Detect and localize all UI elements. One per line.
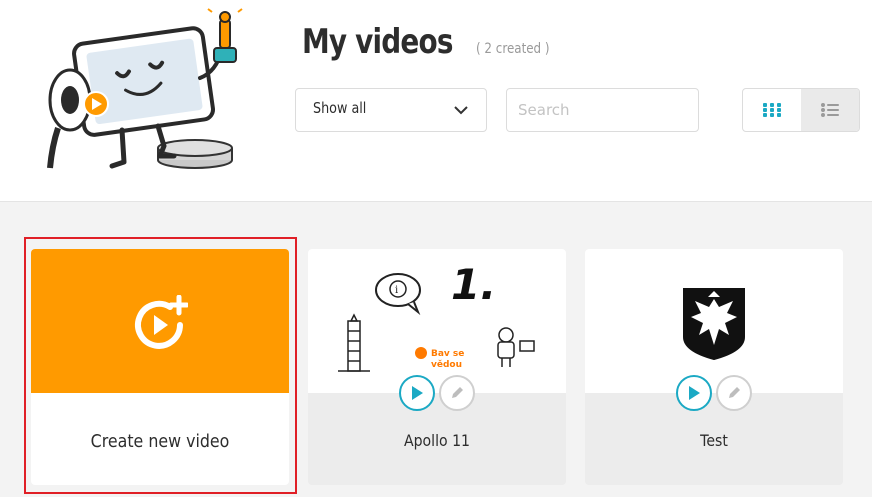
play-button[interactable] — [399, 375, 435, 411]
video-card[interactable]: i 1. Bav se vědou Apollo 11 — [308, 249, 566, 485]
video-thumbnail: i 1. Bav se vědou — [308, 249, 566, 393]
thumb-logo-text-2: vědou — [431, 359, 462, 370]
thumb-logo-text-1: Bav se — [431, 349, 464, 359]
video-count: ( 2 created ) — [475, 41, 550, 57]
pencil-icon — [729, 387, 740, 398]
grid-icon — [763, 103, 781, 117]
page: My videos ( 2 created ) Show all Search … — [0, 0, 872, 497]
pencil-icon — [452, 387, 463, 398]
filter-select[interactable]: Show all — [295, 88, 487, 132]
play-button[interactable] — [676, 375, 712, 411]
mascot-illustration — [47, 8, 243, 169]
edit-button[interactable] — [716, 375, 752, 411]
eagle-emblem-image — [683, 288, 745, 361]
edit-button[interactable] — [439, 375, 475, 411]
filter-select-value: Show all — [313, 99, 367, 117]
video-thumbnail — [585, 249, 843, 393]
list-view-button[interactable] — [801, 89, 859, 131]
title-row: My videos ( 2 created ) — [302, 22, 562, 62]
svg-text:i: i — [395, 285, 398, 296]
play-icon — [412, 386, 423, 400]
thumb-number: 1. — [451, 260, 496, 309]
selection-highlight — [24, 237, 297, 494]
play-icon — [689, 386, 700, 400]
search-input[interactable] — [506, 88, 699, 132]
video-title: Apollo 11 — [403, 431, 470, 450]
video-title: Test — [700, 431, 728, 450]
apollo-thumbnail-image: i 1. Bav se vědou — [338, 260, 535, 372]
video-actions — [676, 375, 752, 411]
chevron-down-icon — [454, 106, 468, 115]
video-card[interactable]: Test — [585, 249, 843, 485]
page-title: My videos — [302, 22, 453, 62]
view-toggle — [742, 88, 860, 132]
video-actions — [399, 375, 475, 411]
list-icon — [821, 103, 839, 117]
grid-view-button[interactable] — [743, 89, 801, 131]
